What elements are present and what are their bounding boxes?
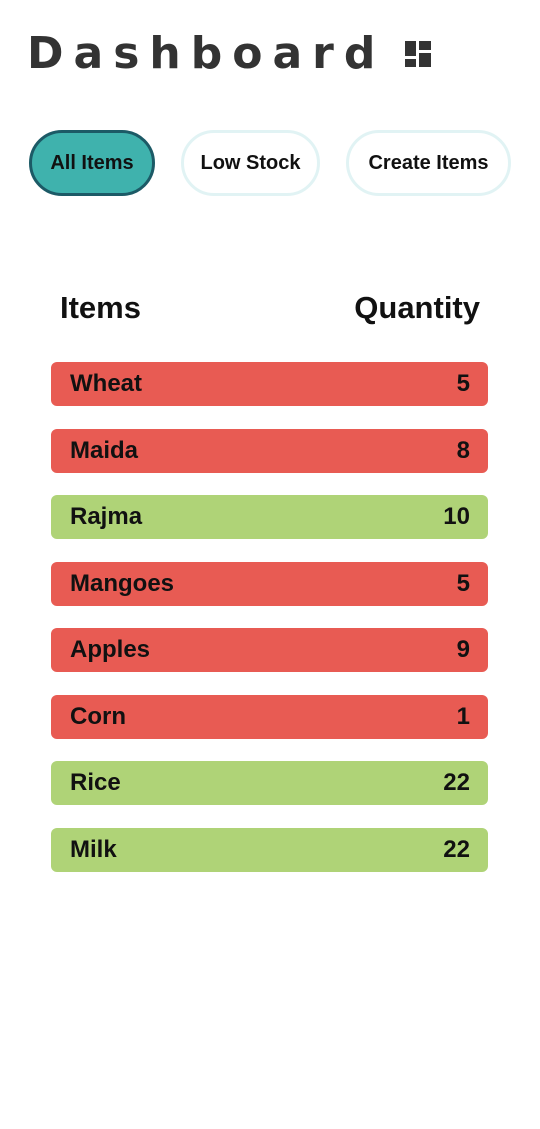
table-row[interactable]: Rice 22 [51,761,488,805]
item-quantity: 9 [456,636,470,663]
item-name: Wheat [70,370,142,397]
page-title: Dashboard [27,28,386,79]
header: Dashboard [27,28,432,80]
dashboard-icon[interactable] [405,41,432,67]
tab-all-items[interactable]: All Items [29,130,155,196]
item-quantity: 10 [443,503,470,530]
item-quantity: 8 [456,436,470,464]
item-name: Mangoes [70,569,175,597]
tab-create-items[interactable]: Create Items [346,130,511,196]
item-quantity: 5 [456,569,470,597]
items-list: Wheat 5 Maida 8 Rajma 10 Mangoes 5 Apple… [51,362,488,894]
tab-low-stock[interactable]: Low Stock [181,130,320,196]
item-quantity: 22 [443,769,470,796]
table-row[interactable]: Maida 8 [51,428,488,473]
table-row[interactable]: Apples 9 [51,628,488,672]
table-row[interactable]: Rajma 10 [51,495,488,539]
item-quantity: 22 [443,835,470,863]
table-row[interactable]: Corn 1 [51,694,488,739]
items-column-header: Items [60,290,141,325]
item-name: Maida [70,436,139,464]
quantity-column-header: Quantity [354,290,480,325]
item-quantity: 1 [456,702,470,730]
item-name: Milk [70,835,117,863]
table-row[interactable]: Mangoes 5 [51,561,488,606]
item-quantity: 5 [456,370,470,397]
item-name: Corn [70,702,126,730]
filter-tabs: All Items Low Stock Create Items [29,130,511,196]
item-name: Apples [70,636,151,663]
table-row[interactable]: Milk 22 [51,827,488,872]
table-row[interactable]: Wheat 5 [51,362,488,406]
table-header: Items Quantity [60,290,480,326]
item-name: Rice [70,769,121,796]
item-name: Rajma [70,503,143,530]
